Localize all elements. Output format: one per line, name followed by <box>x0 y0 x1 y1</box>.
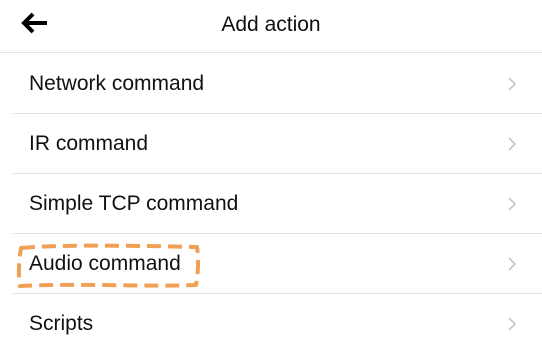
chevron-right-icon <box>508 137 517 151</box>
list-item-network-command[interactable]: Network command <box>0 54 542 114</box>
page-title: Add action <box>221 13 321 36</box>
list-item-scripts[interactable]: Scripts <box>0 294 542 354</box>
list-item-ir-command[interactable]: IR command <box>0 114 542 174</box>
list-item-simple-tcp-command[interactable]: Simple TCP command <box>0 174 542 234</box>
list-item-label: Scripts <box>29 312 94 335</box>
action-list: Network command IR command Simple TCP co… <box>0 54 542 354</box>
chevron-right-icon <box>508 257 517 271</box>
chevron-right-icon <box>508 197 517 211</box>
list-item-label: Simple TCP command <box>29 192 239 215</box>
list-item-audio-command[interactable]: Audio command <box>0 234 542 294</box>
list-item-label: IR command <box>29 132 149 155</box>
chevron-right-icon <box>508 317 517 331</box>
list-item-label: Network command <box>29 72 205 95</box>
header-bar: Add action <box>0 0 542 53</box>
list-item-label: Audio command <box>29 252 181 275</box>
chevron-right-icon <box>508 77 517 91</box>
